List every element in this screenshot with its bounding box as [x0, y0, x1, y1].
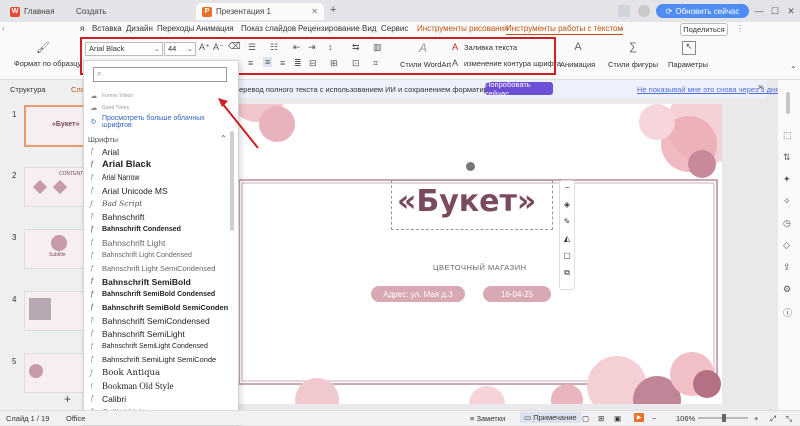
notes-label: Заметки — [476, 414, 506, 423]
normal-view-icon[interactable]: ▢ — [582, 414, 589, 423]
zoom-slider-thumb[interactable] — [722, 414, 726, 422]
settings-icon[interactable]: ⚙ — [783, 284, 791, 295]
comment-label: Примечание — [533, 413, 577, 422]
theme-name[interactable]: Office — [66, 414, 85, 423]
notes-icon: ≡ — [470, 414, 475, 423]
play-icon[interactable]: ▶ — [634, 413, 644, 422]
adjust-icon[interactable]: ⇅ — [783, 152, 791, 163]
comment-icon: ▭ — [524, 413, 532, 422]
right-rail: ⬚ ⇅ ✦ ✧ ◷ ◇ ⇪ ⚙ ⓘ — [778, 80, 800, 410]
shapes-icon[interactable]: ◇ — [783, 240, 790, 251]
share-icon[interactable]: ⇪ — [783, 262, 791, 273]
notes-button[interactable]: ≡ Заметки — [470, 414, 505, 423]
zoom-out-icon[interactable]: − — [652, 414, 656, 423]
sparkle-icon[interactable]: ✦ — [783, 174, 791, 185]
clock-icon[interactable]: ◷ — [783, 218, 791, 229]
sorter-view-icon[interactable]: ⊞ — [598, 414, 604, 423]
slide-counter: Слайд 1 / 19 — [6, 414, 50, 423]
zoom-in-icon[interactable]: + — [754, 414, 758, 423]
info-icon[interactable]: ⓘ — [783, 306, 792, 319]
status-bar: Слайд 1 / 19 Office ≡ Заметки ▭ Примечан… — [0, 410, 800, 425]
arrow-annotation — [218, 98, 259, 149]
fit-window-icon[interactable]: ⤢ — [770, 414, 776, 424]
vertical-scrollbar[interactable] — [786, 92, 790, 114]
expand-icon[interactable]: ⤡ — [786, 414, 792, 424]
select-icon[interactable]: ⬚ — [783, 130, 792, 141]
magic-icon[interactable]: ✧ — [783, 196, 791, 207]
reading-view-icon[interactable]: ▣ — [614, 414, 621, 423]
zoom-level[interactable]: 106% — [676, 414, 695, 423]
comment-button[interactable]: ▭ Примечание — [520, 412, 581, 423]
